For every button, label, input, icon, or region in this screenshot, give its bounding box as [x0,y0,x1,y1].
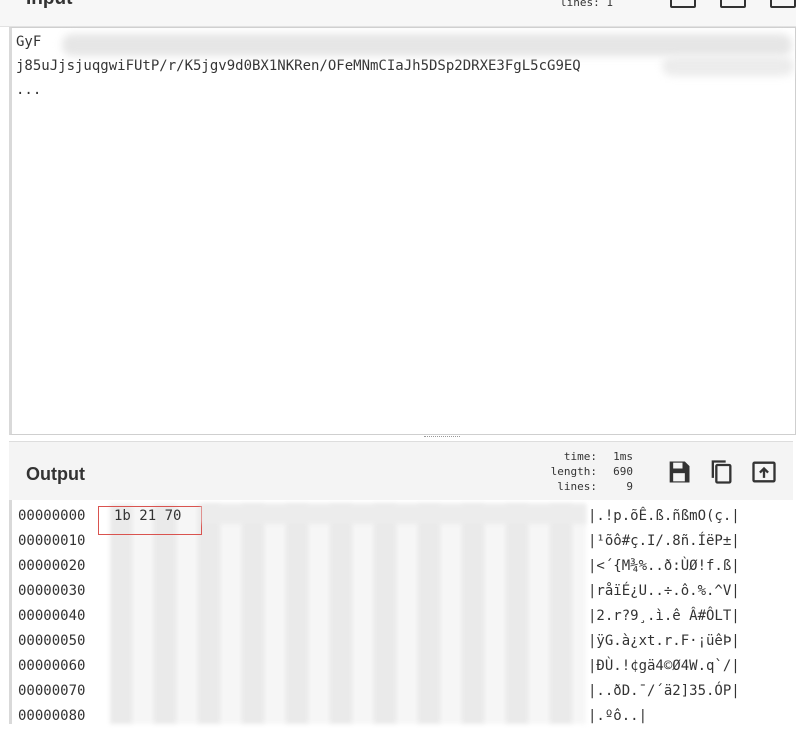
input-lines-value: 1 [606,0,613,9]
output-textarea[interactable]: 00000000 1b 21 70 |.!p.õÊ.ß.ñßmO(ç.| 000… [9,500,796,724]
output-panel-header: Output time: 1ms length: 690 lines: 9 [9,441,793,501]
input-textarea[interactable]: GyF j85uJjsjuqgwiFUtP/r/K5jgv9d0BX1NKRen… [9,27,796,435]
output-stats: time: 1ms length: 690 lines: 9 [537,449,633,494]
hex-offset: 00000070 [18,683,86,699]
hex-ascii: |.ºô..| [588,708,648,724]
hex-row: 00000050 |ÿG.à¿xt.r.F·¡üêÞ| [18,633,778,658]
input-stats: lines: 1 [560,0,613,9]
replace-input-icon[interactable] [750,458,778,486]
input-line-1: GyF [16,34,42,50]
redaction-blur [202,504,586,524]
input-title: Input [26,0,72,10]
stat-time-value: 1ms [613,450,633,463]
stat-length-label: length: [550,465,597,478]
input-open-icon[interactable] [720,0,746,8]
hex-ascii: |2.r?9¸.ì.ê Â#ÔLT| [588,608,740,624]
hex-ascii: |ÿG.à¿xt.r.F·¡üêÞ| [588,633,740,649]
hex-offset: 00000010 [18,533,86,549]
hex-offset: 00000080 [18,708,86,724]
save-icon[interactable] [665,458,693,486]
hex-offset: 00000050 [18,633,86,649]
copy-icon[interactable] [707,458,735,486]
hex-row: 00000010 |¹õô#ç.I/.8ñ.ÍëP±| [18,533,778,558]
stat-lines-label: lines: [557,480,597,493]
hex-offset: 00000030 [18,583,86,599]
input-clear-icon[interactable] [770,0,796,8]
redaction-blur [662,56,794,76]
hex-ascii: |ÐÙ.!¢gä4©Ø4W.q`/| [588,658,740,674]
input-line-3: ... [16,82,42,98]
input-toolbar [670,0,796,8]
redaction-blur [62,34,792,56]
hex-offset: 00000060 [18,658,86,674]
hex-offset: 00000040 [18,608,86,624]
stat-time: time: 1ms [537,449,633,464]
stat-length: length: 690 [537,464,633,479]
hex-ascii: |.!p.õÊ.ß.ñßmO(ç.| [588,508,740,524]
hex-row: 00000070 |..ðD.¯/´ä2]35.ÓP| [18,683,778,708]
input-panel-header: Input lines: 1 [0,0,796,27]
stat-lines-value: 9 [626,480,633,493]
input-line-2: j85uJjsjuqgwiFUtP/r/K5jgv9d0BX1NKRen/OFe… [16,58,581,74]
hex-row: 00000080 |.ºô..| [18,708,778,733]
hex-ascii: |råïÉ¿U..÷.ô.%.^V| [588,583,740,599]
hex-ascii: |¹õô#ç.I/.8ñ.ÍëP±| [588,533,740,549]
hex-offset: 00000000 [18,508,86,524]
hex-offset: 00000020 [18,558,86,574]
hex-ascii: |..ðD.¯/´ä2]35.ÓP| [588,683,740,699]
output-title: Output [26,464,85,484]
hex-row: 00000040 |2.r?9¸.ì.ê Â#ÔLT| [18,608,778,633]
stat-lines: lines: 9 [537,479,633,494]
input-lines-label: lines: [560,0,600,9]
hex-row: 00000060 |ÐÙ.!¢gä4©Ø4W.q`/| [18,658,778,683]
hex-ascii: |<´{M¾%..ð:ÙØ!f.ß| [588,558,740,574]
hex-row: 00000030 |råïÉ¿U..÷.ô.%.^V| [18,583,778,608]
input-add-icon[interactable] [670,0,696,8]
hex-bytes: 1b 21 70 [114,508,182,524]
stat-time-label: time: [563,450,597,463]
hex-row: 00000020 |<´{M¾%..ð:ÙØ!f.ß| [18,558,778,583]
stat-length-value: 690 [613,465,633,478]
